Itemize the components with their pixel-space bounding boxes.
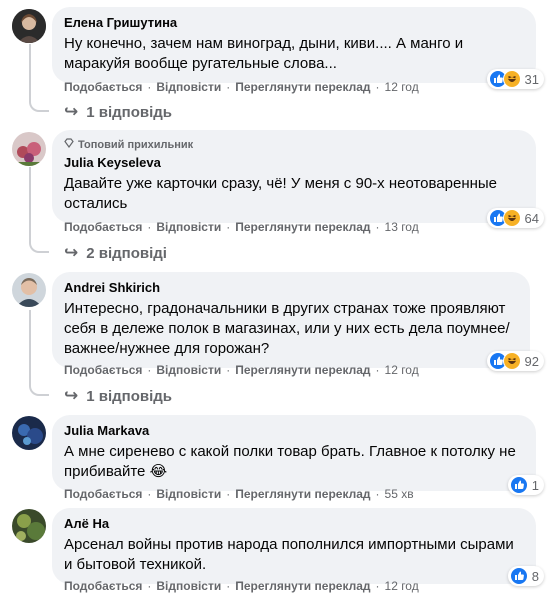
top-fan-badge: Топовий прихильник bbox=[64, 138, 524, 152]
reply-arrow-icon: ↪ bbox=[64, 102, 79, 121]
like-link[interactable]: Подобається bbox=[64, 487, 142, 501]
timestamp[interactable]: 12 год bbox=[385, 579, 419, 593]
haha-icon bbox=[502, 70, 521, 88]
laughing-emoji-icon: 😂 bbox=[149, 463, 168, 480]
comment-actions: Подобається · Відповісти · Переглянути пер… bbox=[64, 487, 414, 501]
timestamp[interactable]: 12 год bbox=[385, 80, 419, 94]
replies-count[interactable]: 2 відповіді bbox=[86, 245, 167, 262]
reaction-summary[interactable]: 92 bbox=[486, 351, 544, 371]
reply-link[interactable]: Відповісти bbox=[156, 80, 221, 94]
translate-link[interactable]: Переглянути переклад bbox=[235, 487, 370, 501]
timestamp[interactable]: 55 хв bbox=[385, 487, 414, 501]
separator: · bbox=[375, 363, 380, 377]
like-link[interactable]: Подобається bbox=[64, 80, 142, 94]
reply-arrow-icon: ↪ bbox=[64, 386, 79, 405]
avatar[interactable] bbox=[12, 509, 46, 543]
comment-author[interactable]: Julia Keyseleva bbox=[64, 155, 524, 171]
separator: · bbox=[375, 80, 380, 94]
comment-text: Давайте уже карточки сразу, чё! У меня с… bbox=[64, 175, 498, 212]
comment-actions: Подобається · Відповісти · Переглянути пер… bbox=[64, 220, 419, 234]
reaction-summary[interactable]: 31 bbox=[486, 69, 544, 89]
comment-bubble: Елена Гришутина Ну конечно, зачем нам ви… bbox=[52, 7, 536, 83]
thread-hook bbox=[29, 96, 49, 112]
separator: · bbox=[375, 579, 380, 593]
view-replies-link[interactable]: ↪ 1 відповідь bbox=[64, 102, 172, 122]
reaction-summary[interactable]: 64 bbox=[486, 208, 544, 228]
like-link[interactable]: Подобається bbox=[64, 220, 142, 234]
translate-link[interactable]: Переглянути переклад bbox=[235, 220, 370, 234]
reply-link[interactable]: Відповісти bbox=[156, 220, 221, 234]
comment-actions: Подобається · Відповісти · Переглянути пер… bbox=[64, 363, 419, 377]
thread-hook bbox=[29, 380, 49, 396]
comment-author[interactable]: Елена Гришутина bbox=[64, 15, 524, 31]
like-link[interactable]: Подобається bbox=[64, 363, 142, 377]
translate-link[interactable]: Переглянути переклад bbox=[235, 363, 370, 377]
separator: · bbox=[226, 579, 231, 593]
avatar[interactable] bbox=[12, 9, 46, 43]
separator: · bbox=[375, 487, 380, 501]
separator: · bbox=[226, 80, 231, 94]
timestamp[interactable]: 12 год bbox=[385, 363, 419, 377]
comment-bubble: Топовий прихильник Julia Keyseleva Давай… bbox=[52, 130, 536, 223]
comment-author[interactable]: Andrei Shkirich bbox=[64, 280, 518, 296]
reply-link[interactable]: Відповісти bbox=[156, 579, 221, 593]
avatar[interactable] bbox=[12, 273, 46, 307]
avatar[interactable] bbox=[12, 132, 46, 166]
reply-arrow-icon: ↪ bbox=[64, 243, 79, 262]
avatar[interactable] bbox=[12, 416, 46, 450]
translate-link[interactable]: Переглянути переклад bbox=[235, 80, 370, 94]
comment-text-content: А мне сиренево с какой полки товар брать… bbox=[64, 443, 516, 480]
reply-link[interactable]: Відповісти bbox=[156, 363, 221, 377]
replies-count[interactable]: 1 відповідь bbox=[86, 104, 172, 121]
separator: · bbox=[147, 363, 152, 377]
reaction-count: 8 bbox=[531, 568, 539, 584]
separator: · bbox=[226, 487, 231, 501]
comment-text: Интересно, градоначальники в других стра… bbox=[64, 300, 510, 357]
thread-line bbox=[29, 167, 31, 237]
haha-icon bbox=[502, 209, 521, 227]
badge-label: Топовий прихильник bbox=[78, 139, 194, 151]
timestamp[interactable]: 13 год bbox=[385, 220, 419, 234]
reaction-count: 31 bbox=[524, 71, 539, 87]
like-icon bbox=[509, 567, 528, 585]
reaction-count: 92 bbox=[524, 353, 539, 369]
translate-link[interactable]: Переглянути переклад bbox=[235, 579, 370, 593]
reaction-summary[interactable]: 8 bbox=[507, 566, 544, 586]
thread-line bbox=[29, 310, 31, 380]
reply-link[interactable]: Відповісти bbox=[156, 487, 221, 501]
separator: · bbox=[147, 487, 152, 501]
diamond-icon bbox=[64, 138, 74, 152]
like-icon bbox=[509, 476, 528, 494]
comment-author[interactable]: Алё На bbox=[64, 516, 524, 532]
separator: · bbox=[226, 220, 231, 234]
like-link[interactable]: Подобається bbox=[64, 579, 142, 593]
replies-count[interactable]: 1 відповідь bbox=[86, 388, 172, 405]
thread-line bbox=[29, 44, 31, 96]
comment-actions: Подобається · Відповісти · Переглянути пер… bbox=[64, 579, 419, 593]
comment-author[interactable]: Julia Markava bbox=[64, 423, 524, 439]
reaction-count: 64 bbox=[524, 210, 539, 226]
comment-actions: Подобається · Відповісти · Переглянути пер… bbox=[64, 80, 419, 94]
comment-text: А мне сиренево с какой полки товар брать… bbox=[64, 442, 524, 482]
separator: · bbox=[147, 579, 152, 593]
separator: · bbox=[226, 363, 231, 377]
haha-icon bbox=[502, 352, 521, 370]
view-replies-link[interactable]: ↪ 1 відповідь bbox=[64, 386, 172, 406]
separator: · bbox=[147, 80, 152, 94]
comment-text: Ну конечно, зачем нам виноград, дыни, ки… bbox=[64, 35, 464, 72]
separator: · bbox=[375, 220, 380, 234]
separator: · bbox=[147, 220, 152, 234]
thread-hook bbox=[29, 237, 49, 253]
comment-text: Арсенал войны против народа пополнился и… bbox=[64, 536, 514, 573]
comment-bubble: Julia Markava А мне сиренево с какой пол… bbox=[52, 415, 536, 491]
reaction-summary[interactable]: 1 bbox=[507, 475, 544, 495]
comment-bubble: Алё На Арсенал войны против народа попол… bbox=[52, 508, 536, 584]
comment-bubble: Andrei Shkirich Интересно, градоначальни… bbox=[52, 272, 530, 368]
view-replies-link[interactable]: ↪ 2 відповіді bbox=[64, 243, 167, 263]
reaction-count: 1 bbox=[531, 477, 539, 493]
